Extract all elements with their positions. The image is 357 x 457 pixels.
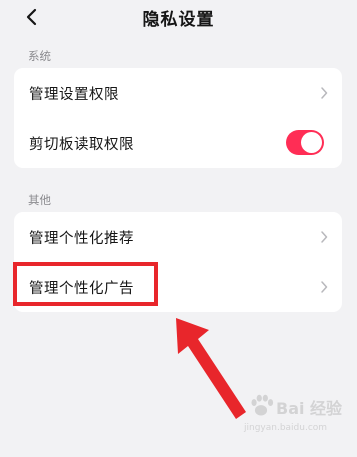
annotation-arrow-shape xyxy=(176,318,246,419)
watermark-text: Bai 经验 xyxy=(276,399,343,418)
row-label: 管理设置权限 xyxy=(29,87,119,103)
chevron-right-icon xyxy=(321,231,328,243)
manage-personalized-recommendation-row[interactable]: 管理个性化推荐 xyxy=(14,212,342,262)
manage-settings-permission-row[interactable]: 管理设置权限 xyxy=(14,68,342,118)
chevron-right-icon xyxy=(321,281,328,293)
paw-logo-icon xyxy=(251,394,274,416)
row-label: 管理个性化推荐 xyxy=(29,231,134,247)
clipboard-read-permission-row: 剪切板读取权限 xyxy=(14,118,342,168)
page-title: 隐私设置 xyxy=(142,10,215,30)
section-label-system: 系统 xyxy=(28,49,51,63)
watermark-url: jingyan.baidu.com xyxy=(244,423,328,433)
clipboard-permission-toggle[interactable] xyxy=(286,130,324,155)
header: 隐私设置 xyxy=(0,0,357,34)
annotation-highlight-box xyxy=(13,262,158,306)
row-label: 剪切板读取权限 xyxy=(29,137,134,153)
toggle-knob xyxy=(301,132,322,153)
system-settings-card: 管理设置权限 剪切板读取权限 xyxy=(14,68,342,168)
privacy-settings-screen: 隐私设置 系统 管理设置权限 剪切板读取权限 其他 管理个性化推荐 管理个性化广… xyxy=(0,0,357,457)
section-label-other: 其他 xyxy=(28,193,51,207)
chevron-right-icon xyxy=(321,87,328,99)
watermark: Bai 经验 jingyan.baidu.com xyxy=(240,394,350,445)
